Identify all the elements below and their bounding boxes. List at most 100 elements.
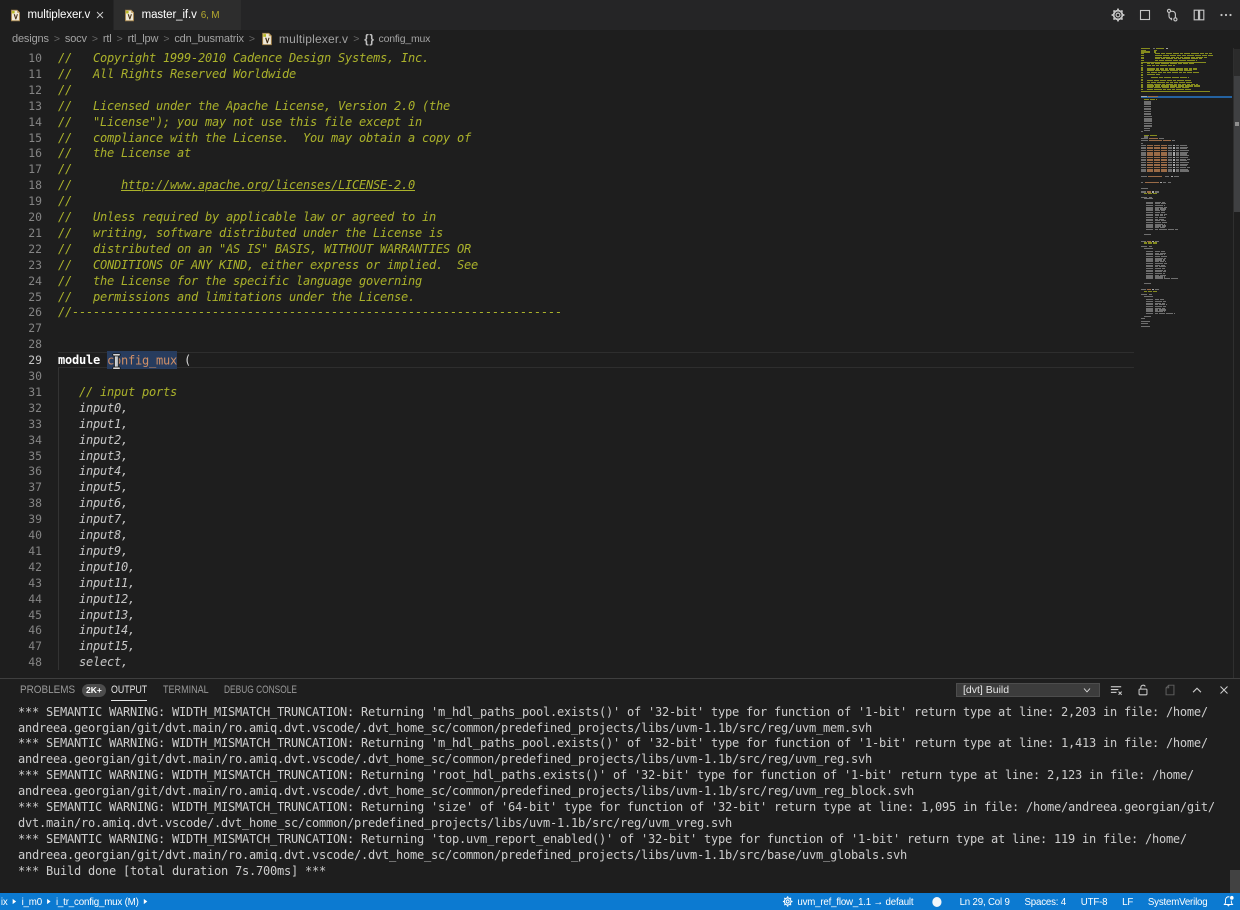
code-line[interactable]: 14// "License"); you may not use this fi… xyxy=(0,113,1140,129)
minimap-line xyxy=(1165,176,1169,177)
code-line[interactable]: 10// Copyright 1999-2010 Cadence Design … xyxy=(0,50,1140,66)
code-line[interactable]: 36 input4, xyxy=(0,463,1140,479)
breadcrumb-item[interactable]: rtl_lpw xyxy=(128,33,159,45)
panel-tab-problems[interactable]: PROBLEMS 2K+ xyxy=(20,679,81,701)
code-line[interactable]: 28 xyxy=(0,336,1140,352)
code-token: input15, xyxy=(58,639,135,653)
code-line[interactable]: 34 input2, xyxy=(0,431,1140,447)
code-editor[interactable]: 10// Copyright 1999-2010 Cadence Design … xyxy=(0,48,1240,678)
statusbar-hierarchy-path[interactable]: ixi_m0i_tr_config_mux (M) xyxy=(0,896,153,908)
code-line[interactable]: 41 input9, xyxy=(0,543,1140,559)
code-line[interactable]: 25// permissions and limitations under t… xyxy=(0,288,1140,304)
code-line[interactable]: 22// distributed on an "AS IS" BASIS, WI… xyxy=(0,241,1140,257)
minimap-line xyxy=(1141,131,1143,132)
code-line[interactable]: 17// xyxy=(0,161,1140,177)
breadcrumb-item[interactable]: designs xyxy=(12,33,49,45)
code-line[interactable]: 47 input15, xyxy=(0,638,1140,654)
minimap-line xyxy=(1147,74,1155,75)
scrollbar-decoration xyxy=(1234,49,1240,76)
code-line[interactable]: 37 input5, xyxy=(0,479,1140,495)
statusbar-indentation[interactable]: Spaces: 4 xyxy=(1025,896,1066,908)
code-line[interactable]: 39 input7, xyxy=(0,511,1140,527)
statusbar-eol[interactable]: LF xyxy=(1122,896,1133,908)
code-line[interactable]: 19// xyxy=(0,193,1140,209)
code-line[interactable]: 15// compliance with the License. You ma… xyxy=(0,129,1140,145)
code-line[interactable]: 11// All Rights Reserved Worldwide xyxy=(0,66,1140,82)
verilog-file-icon xyxy=(260,32,274,46)
bell-dot-icon[interactable] xyxy=(1222,895,1234,908)
code-line[interactable]: 32 input0, xyxy=(0,400,1140,416)
panel-tab-output[interactable]: OUTPUT xyxy=(111,679,147,701)
code-line[interactable]: 33 input1, xyxy=(0,415,1140,431)
output-line: andreea.georgian/git/dvt.main/ro.amiq.dv… xyxy=(18,784,914,800)
code-line[interactable]: 42 input10, xyxy=(0,559,1140,575)
triangle-right-icon xyxy=(12,898,17,905)
open-in-editor-icon[interactable] xyxy=(1162,682,1178,698)
panel-tab-terminal[interactable]: TERMINAL xyxy=(163,679,219,701)
code-line[interactable]: 43 input11, xyxy=(0,574,1140,590)
statusbar-cursor-position[interactable]: Ln 29, Col 9 xyxy=(960,896,1010,908)
breadcrumb-item[interactable]: cdn_busmatrix xyxy=(174,33,244,45)
breadcrumb-item[interactable]: socv xyxy=(65,33,87,45)
code-line[interactable]: 18// http://www.apache.org/licenses/LICE… xyxy=(0,177,1140,193)
code-line[interactable]: 48 select, xyxy=(0,654,1140,670)
sync-glyph xyxy=(1164,7,1180,23)
panel-tab-debug-console[interactable]: DEBUG CONSOLE xyxy=(224,679,320,701)
code-line[interactable]: 38 input6, xyxy=(0,495,1140,511)
code-line[interactable]: 29module config_mux ( xyxy=(0,352,1140,368)
maximize-panel-icon[interactable] xyxy=(1189,682,1205,698)
code-line[interactable]: 23// CONDITIONS OF ANY KIND, either expr… xyxy=(0,256,1140,272)
close-tab-icon[interactable] xyxy=(92,7,108,23)
code-line[interactable]: 45 input13, xyxy=(0,606,1140,622)
code-line[interactable]: 20// Unless required by applicable law o… xyxy=(0,209,1140,225)
editor-scrollbar[interactable] xyxy=(1234,76,1240,212)
settings-gear-glyph xyxy=(1110,7,1126,23)
breadcrumb-symbol[interactable]: config_mux xyxy=(379,33,431,45)
code-text: input13, xyxy=(58,608,135,624)
minimap[interactable] xyxy=(1140,48,1232,678)
code-line[interactable]: 40 input8, xyxy=(0,527,1140,543)
tab-multiplexer[interactable]: multiplexer.v xyxy=(0,0,113,30)
minimap-line xyxy=(1175,229,1178,230)
code-text: // Licensed under the Apache License, Ve… xyxy=(58,99,450,115)
code-line[interactable]: 31 // input ports xyxy=(0,384,1140,400)
code-line[interactable]: 30 xyxy=(0,368,1140,384)
sync-icon[interactable] xyxy=(1163,7,1180,24)
minimap-line xyxy=(1141,176,1147,177)
statusbar-flow[interactable]: uvm_ref_flow_1.1 → default xyxy=(782,895,914,908)
clear-output-icon[interactable] xyxy=(1108,682,1124,698)
code-line[interactable]: 46 input14, xyxy=(0,622,1140,638)
close-panel-icon[interactable] xyxy=(1216,682,1232,698)
code-line[interactable]: 16// the License at xyxy=(0,145,1140,161)
panel-scrollbar[interactable] xyxy=(1230,870,1240,894)
minimap-line xyxy=(1155,278,1163,279)
statusbar-language[interactable]: SystemVerilog xyxy=(1148,896,1208,908)
settings-gear-icon[interactable] xyxy=(1109,7,1126,24)
statusbar-encoding[interactable]: UTF-8 xyxy=(1081,896,1108,908)
minimap-line xyxy=(1156,74,1160,75)
code-line[interactable]: 26//------------------------------------… xyxy=(0,304,1140,320)
statusbar-dot-icon[interactable] xyxy=(932,897,941,907)
code-line[interactable]: 44 input12, xyxy=(0,590,1140,606)
code-line[interactable]: 13// Licensed under the Apache License, … xyxy=(0,97,1140,113)
minimap-line xyxy=(1171,278,1178,279)
code-line[interactable]: 35 input3, xyxy=(0,447,1140,463)
code-line[interactable]: 21// writing, software distributed under… xyxy=(0,225,1140,241)
more-actions-icon[interactable] xyxy=(1217,7,1234,24)
output-channel-select[interactable]: [dvt] Build xyxy=(956,683,1100,697)
code-line[interactable]: 12// xyxy=(0,82,1140,98)
code-line[interactable]: 27 xyxy=(0,320,1140,336)
split-editor-icon[interactable] xyxy=(1190,7,1207,24)
unlock-icon[interactable] xyxy=(1135,682,1151,698)
tab-label: multiplexer.v xyxy=(28,9,91,21)
output-line: *** SEMANTIC WARNING: WIDTH_MISMATCH_TRU… xyxy=(18,736,1208,752)
minimap-line xyxy=(1144,296,1153,297)
square-icon[interactable] xyxy=(1136,7,1153,24)
breadcrumb-item[interactable]: rtl xyxy=(103,33,112,45)
line-number: 48 xyxy=(0,655,42,671)
tab-master-if[interactable]: master_if.v 6, M xyxy=(114,0,241,30)
code-line[interactable]: 24// the License for the specific langua… xyxy=(0,272,1140,288)
breadcrumb-file[interactable]: multiplexer.v xyxy=(279,32,348,46)
code-text: // permissions and limitations under the… xyxy=(58,290,415,306)
output-log[interactable]: *** SEMANTIC WARNING: WIDTH_MISMATCH_TRU… xyxy=(0,701,1240,893)
